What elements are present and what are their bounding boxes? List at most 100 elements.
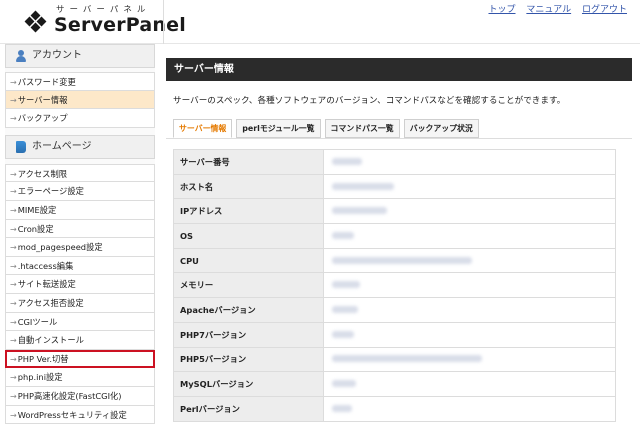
table-row: Perlバージョン	[174, 396, 616, 421]
tab-server-info[interactable]: サーバー情報	[173, 119, 232, 138]
sidebar-section-label: ホームページ	[32, 135, 92, 159]
arrow-icon: →	[10, 262, 17, 271]
sidebar-item-password[interactable]: →パスワード変更	[5, 72, 155, 91]
redacted-value	[324, 298, 616, 323]
table-row: CPU	[174, 248, 616, 273]
row-label: Perlバージョン	[174, 396, 324, 421]
arrow-icon: →	[10, 243, 17, 252]
sidebar-item-php-ini[interactable]: →php.ini設定	[5, 368, 155, 387]
table-row: PHP7バージョン	[174, 322, 616, 347]
sidebar-item-error-page[interactable]: →エラーページ設定	[5, 182, 155, 201]
serverpanel-logo[interactable]: サーバーパネル ServerPanel	[26, 3, 166, 41]
row-label: PHP7バージョン	[174, 322, 324, 347]
arrow-icon: →	[10, 411, 17, 420]
nav-top-link[interactable]: トップ	[488, 5, 515, 15]
sidebar-item-label: パスワード変更	[18, 77, 76, 87]
redacted-value	[324, 199, 616, 224]
sidebar-section-homepage: ホームページ	[5, 135, 155, 159]
nav-manual-link[interactable]: マニュアル	[526, 5, 571, 15]
sidebar-section-label: アカウント	[32, 44, 82, 68]
sidebar-item-cron[interactable]: →Cron設定	[5, 220, 155, 239]
sidebar-item-mime[interactable]: →MIME設定	[5, 201, 155, 220]
redacted-value	[324, 273, 616, 298]
sidebar-item-access-deny[interactable]: →アクセス拒否設定	[5, 294, 155, 313]
row-label: メモリー	[174, 273, 324, 298]
arrow-icon: →	[10, 78, 17, 87]
redacted-value	[324, 347, 616, 372]
sidebar-item-label: サーバー情報	[18, 95, 68, 105]
redacted-value	[324, 224, 616, 249]
page-title: サーバー情報	[166, 58, 632, 81]
table-row: Apacheバージョン	[174, 298, 616, 323]
arrow-icon: →	[10, 355, 17, 364]
redacted-value	[324, 150, 616, 175]
sidebar-item-label: PHP高速化設定(FastCGI化)	[18, 391, 122, 401]
sidebar-item-label: アクセス制限	[18, 169, 67, 179]
sidebar-item-label: 自動インストール	[18, 335, 84, 345]
sidebar-item-label: アクセス拒否設定	[18, 298, 84, 308]
table-row: IPアドレス	[174, 199, 616, 224]
table-row: メモリー	[174, 273, 616, 298]
sidebar-item-label: サイト転送設定	[18, 279, 76, 289]
arrow-icon: →	[10, 299, 17, 308]
sidebar-item-label: PHP Ver.切替	[18, 354, 69, 364]
arrow-icon: →	[10, 225, 17, 234]
book-icon	[16, 141, 26, 153]
sidebar-item-access-restriction[interactable]: →アクセス制限	[5, 164, 155, 183]
arrow-icon: →	[10, 114, 17, 123]
row-label: ホスト名	[174, 174, 324, 199]
arrow-icon: →	[10, 280, 17, 289]
row-label: OS	[174, 224, 324, 249]
row-label: IPアドレス	[174, 199, 324, 224]
redacted-value	[324, 248, 616, 273]
top-navigation: トップ マニュアル ログアウト	[480, 2, 627, 15]
tab-command-paths[interactable]: コマンドパス一覧	[325, 119, 400, 138]
row-label: Apacheバージョン	[174, 298, 324, 323]
sidebar-item-mod-pagespeed[interactable]: →mod_pagespeed設定	[5, 238, 155, 257]
sidebar-item-php-version[interactable]: →PHP Ver.切替	[5, 350, 155, 369]
sidebar-item-wordpress-security[interactable]: →WordPressセキュリティ設定	[5, 406, 155, 424]
sidebar-item-label: php.ini設定	[18, 372, 63, 382]
sidebar: アカウント →パスワード変更 →サーバー情報 →バックアップ ホームページ →ア…	[5, 44, 155, 419]
person-icon	[16, 50, 26, 62]
sidebar-item-label: WordPressセキュリティ設定	[18, 410, 127, 420]
table-row: ホスト名	[174, 174, 616, 199]
header: サーバーパネル ServerPanel トップ マニュアル ログアウト	[0, 0, 640, 44]
arrow-icon: →	[10, 96, 17, 105]
sidebar-item-server-info[interactable]: →サーバー情報	[5, 91, 155, 110]
arrow-icon: →	[10, 373, 17, 382]
sidebar-item-label: .htaccess編集	[18, 261, 74, 271]
tab-backup-status[interactable]: バックアップ状況	[404, 119, 479, 138]
sidebar-item-label: バックアップ	[18, 113, 68, 123]
tab-perl-modules[interactable]: perlモジュール一覧	[236, 119, 320, 138]
sidebar-item-label: mod_pagespeed設定	[18, 242, 103, 252]
sidebar-item-backup[interactable]: →バックアップ	[5, 109, 155, 128]
redacted-value	[324, 372, 616, 397]
sidebar-section-account: アカウント	[5, 44, 155, 68]
arrow-icon: →	[10, 206, 17, 215]
redacted-value	[324, 396, 616, 421]
sidebar-item-label: Cron設定	[18, 224, 54, 234]
row-label: CPU	[174, 248, 324, 273]
sidebar-item-auto-install[interactable]: →自動インストール	[5, 331, 155, 350]
logo-title: ServerPanel	[54, 14, 186, 36]
arrow-icon: →	[10, 318, 17, 327]
arrow-icon: →	[10, 187, 17, 196]
nav-logout-link[interactable]: ログアウト	[582, 5, 627, 15]
row-label: PHP5バージョン	[174, 347, 324, 372]
row-label: MySQLバージョン	[174, 372, 324, 397]
sidebar-item-site-redirect[interactable]: →サイト転送設定	[5, 275, 155, 294]
page-description: サーバーのスペック、各種ソフトウェアのバージョン、コマンドパスなどを確認すること…	[173, 94, 632, 106]
table-row: サーバー番号	[174, 150, 616, 175]
arrow-icon: →	[10, 336, 17, 345]
sidebar-item-label: CGIツール	[18, 317, 58, 327]
sidebar-item-cgi-tools[interactable]: →CGIツール	[5, 313, 155, 332]
sidebar-item-label: エラーページ設定	[18, 186, 84, 196]
sidebar-item-htaccess[interactable]: →.htaccess編集	[5, 257, 155, 276]
sidebar-item-php-fastcgi[interactable]: →PHP高速化設定(FastCGI化)	[5, 387, 155, 406]
server-info-table: サーバー番号 ホスト名 IPアドレス OS CPU メモリー Apacheバージ…	[173, 149, 616, 422]
main-content: サーバー情報 サーバーのスペック、各種ソフトウェアのバージョン、コマンドパスなど…	[166, 58, 632, 419]
table-row: OS	[174, 224, 616, 249]
tab-bar: サーバー情報 perlモジュール一覧 コマンドパス一覧 バックアップ状況	[173, 119, 479, 138]
table-row: MySQLバージョン	[174, 372, 616, 397]
